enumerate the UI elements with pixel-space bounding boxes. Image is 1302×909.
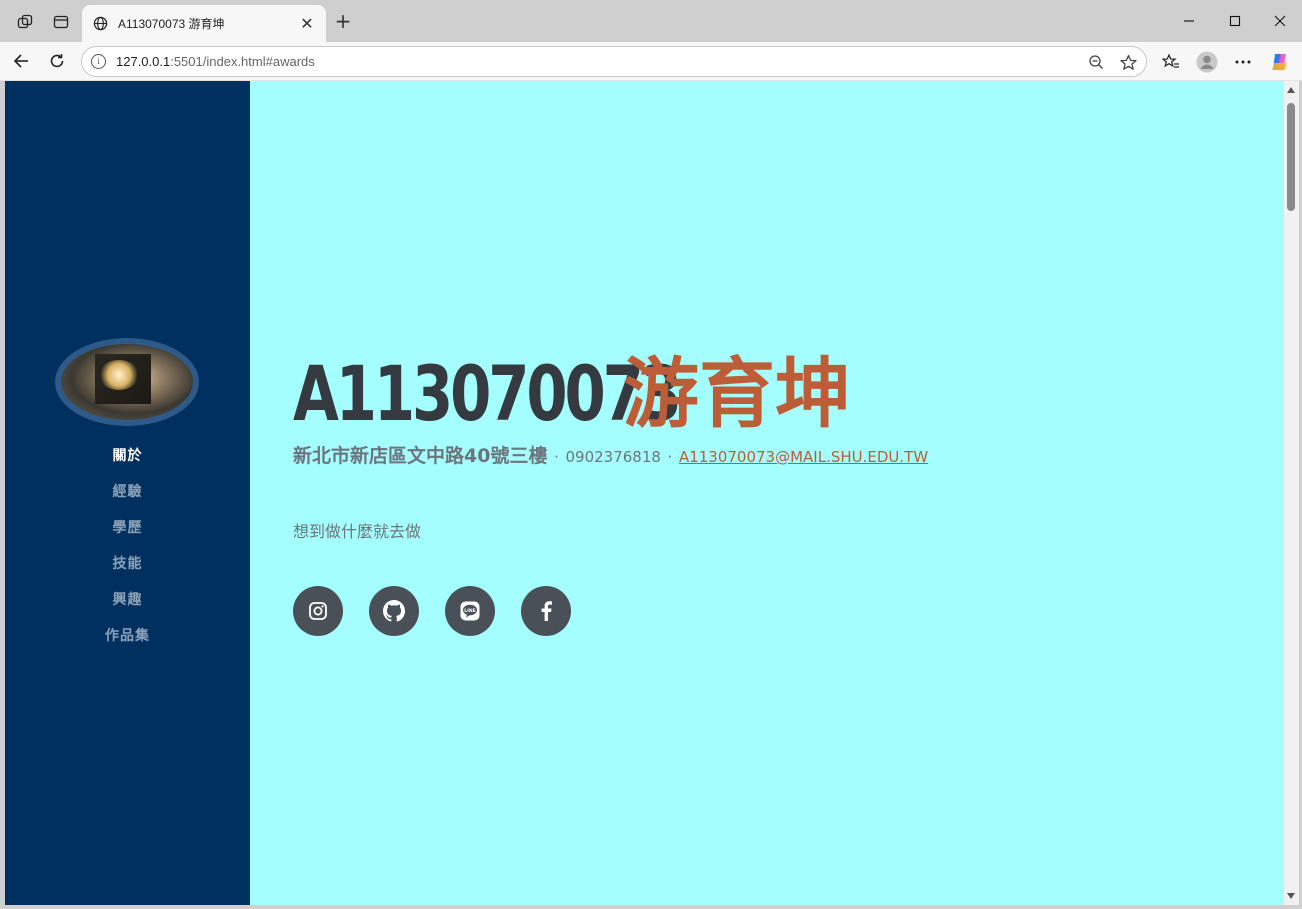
address-bar[interactable]: i 127.0.0.1:5501/index.html#awards	[81, 46, 1147, 77]
separator: ·	[554, 448, 559, 466]
refresh-icon[interactable]	[44, 48, 70, 74]
address-text: 新北市新店區文中路40號三樓	[293, 445, 548, 467]
browser-tab-active[interactable]: A113070073 游育坤 ✕	[82, 5, 326, 42]
svg-text:LINE: LINE	[464, 608, 476, 614]
contact-line: 新北市新店區文中路40號三樓 · 0902376818 · A113070073…	[293, 441, 928, 468]
scrollbar-thumb[interactable]	[1287, 103, 1295, 211]
separator: ·	[667, 448, 673, 466]
student-name: 游育坤	[623, 349, 851, 438]
motto-text: 想到做什麼就去做	[293, 522, 422, 541]
instagram-icon[interactable]	[293, 586, 343, 636]
github-icon[interactable]	[369, 586, 419, 636]
page-scrollbar[interactable]	[1284, 81, 1299, 905]
sidebar-item-skills[interactable]: 技能	[5, 555, 250, 591]
sidebar-item-interests[interactable]: 興趣	[5, 591, 250, 627]
social-icons: LINE	[293, 586, 928, 636]
back-arrow-icon[interactable]	[8, 48, 34, 74]
minimize-icon[interactable]	[1166, 9, 1212, 33]
facebook-icon[interactable]	[521, 586, 571, 636]
maximize-icon[interactable]	[1212, 9, 1258, 33]
line-icon[interactable]: LINE	[445, 586, 495, 636]
email-link[interactable]: A113070073@MAIL.SHU.EDU.TW	[679, 448, 928, 466]
site-info-icon[interactable]: i	[91, 54, 106, 69]
profile-photo	[55, 338, 199, 426]
scroll-up-icon[interactable]	[1287, 87, 1295, 93]
scroll-down-icon[interactable]	[1287, 893, 1295, 899]
favorites-icon[interactable]	[1159, 50, 1183, 74]
sidebar-item-about[interactable]: 關於	[5, 447, 250, 483]
sidebar-item-experience[interactable]: 經驗	[5, 483, 250, 519]
page-title: A113070073 游育坤	[293, 349, 928, 439]
new-tab-icon[interactable]: +	[332, 11, 354, 33]
student-id: A113070073	[293, 349, 682, 438]
about-section: A113070073 游育坤 新北市新店區文中路40號三樓 · 09023768…	[293, 349, 928, 636]
close-tab-icon[interactable]: ✕	[298, 14, 316, 33]
browser-toolbar: i 127.0.0.1:5501/index.html#awards	[0, 42, 1302, 81]
workspaces-icon[interactable]	[14, 11, 36, 33]
more-menu-icon[interactable]	[1231, 50, 1255, 74]
sidebar-nav: 關於 經驗 學歷 技能 興趣 作品集	[5, 447, 250, 663]
copilot-icon[interactable]	[1268, 50, 1292, 74]
phone-text: 0902376818	[565, 448, 661, 466]
tab-title: A113070073 游育坤	[118, 17, 225, 31]
page-viewport: 關於 經驗 學歷 技能 興趣 作品集 A113070073 游育坤 新北市新店區…	[5, 81, 1284, 905]
profile-avatar-icon[interactable]	[1195, 50, 1219, 74]
tab-actions-icon[interactable]	[50, 11, 72, 33]
sidebar-item-portfolio[interactable]: 作品集	[5, 627, 250, 663]
url-text: 127.0.0.1:5501/index.html#awards	[116, 54, 315, 69]
close-window-icon[interactable]	[1257, 9, 1302, 33]
sidebar: 關於 經驗 學歷 技能 興趣 作品集	[5, 81, 250, 905]
browser-tab-bar: A113070073 游育坤 ✕ +	[0, 0, 1302, 42]
favorite-star-icon[interactable]	[1119, 53, 1137, 71]
zoom-out-icon[interactable]	[1087, 53, 1105, 71]
sidebar-item-education[interactable]: 學歷	[5, 519, 250, 555]
globe-icon	[92, 16, 108, 32]
